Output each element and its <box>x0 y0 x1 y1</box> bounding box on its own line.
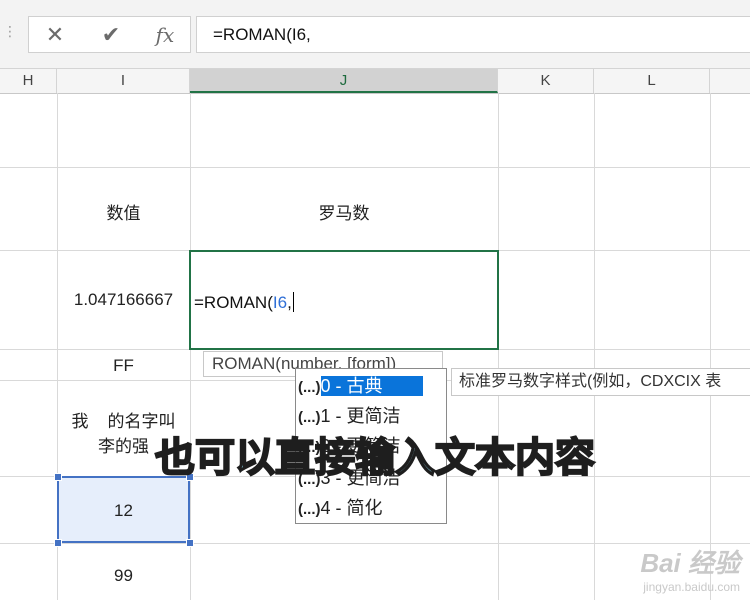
parameter-icon: (...) <box>298 501 321 518</box>
formula-suffix: , <box>287 293 292 312</box>
dropdown-item-label: 4 - 简化 <box>320 498 383 518</box>
formula-text: =ROMAN(I6, <box>213 25 311 44</box>
watermark-url: jingyan.baidu.com <box>643 580 740 594</box>
text-caret <box>292 292 294 312</box>
selection-handle[interactable] <box>186 539 194 547</box>
formula-bar: ⋮ ✕ ✔ fx =ROMAN(I6, <box>0 0 750 69</box>
cell-i-header[interactable]: 数值 <box>57 199 190 224</box>
selection-handle[interactable] <box>54 473 62 481</box>
formula-prefix: =ROMAN( <box>194 293 273 312</box>
column-header-l[interactable]: L <box>594 69 710 93</box>
parameter-icon: (...) <box>298 379 321 396</box>
dropdown-item-label: 0 - 古典 <box>320 376 423 396</box>
enter-icon[interactable]: ✔ <box>87 17 135 52</box>
cell-reference: I6 <box>272 293 288 312</box>
grid-line <box>0 167 750 168</box>
cell-i-value: 12 <box>114 501 133 520</box>
overlay-caption: 也可以直接输入文本内容 <box>154 435 596 481</box>
formula-input[interactable]: =ROMAN(I6, <box>196 16 750 53</box>
cell-j-header[interactable]: 罗马数 <box>190 199 498 224</box>
column-header-k[interactable]: K <box>498 69 594 93</box>
dropdown-item[interactable]: (...)0 - 古典 <box>298 371 444 401</box>
column-header-j[interactable]: J <box>190 69 498 93</box>
column-header-i[interactable]: I <box>57 69 190 93</box>
cell-i-value[interactable]: 1.047166667 <box>57 290 190 310</box>
cancel-icon[interactable]: ✕ <box>31 17 79 52</box>
column-header-row: H I J K L <box>0 69 750 94</box>
parameter-icon: (...) <box>298 409 321 426</box>
active-cell-formula: =ROMAN(I6, <box>194 292 294 313</box>
column-header-h[interactable]: H <box>0 69 57 93</box>
grid-line <box>710 93 711 600</box>
selected-cell[interactable]: 12 <box>57 476 190 543</box>
grid-line <box>0 543 750 544</box>
insert-function-button[interactable]: fx <box>141 17 189 52</box>
dropdown-item[interactable]: (...)4 - 简化 <box>298 493 444 523</box>
grip-handle[interactable]: ⋮ <box>3 24 17 46</box>
argument-description-tooltip: 标准罗马数字样式(例如，CDXCIX 表 <box>451 368 750 396</box>
watermark: Bai 经验 jingyan.baidu.com <box>640 543 740 594</box>
cell-i-value[interactable]: FF <box>57 356 190 376</box>
grid-line <box>594 93 595 600</box>
watermark-brand: Bai 经验 <box>640 548 740 578</box>
active-cell-editor[interactable]: =ROMAN(I6, <box>189 250 499 350</box>
selection-handle[interactable] <box>54 539 62 547</box>
cell-i-value[interactable]: 99 <box>57 566 190 586</box>
formula-buttons: ✕ ✔ fx <box>28 16 191 53</box>
dropdown-item-label: 1 - 更简洁 <box>320 406 401 426</box>
